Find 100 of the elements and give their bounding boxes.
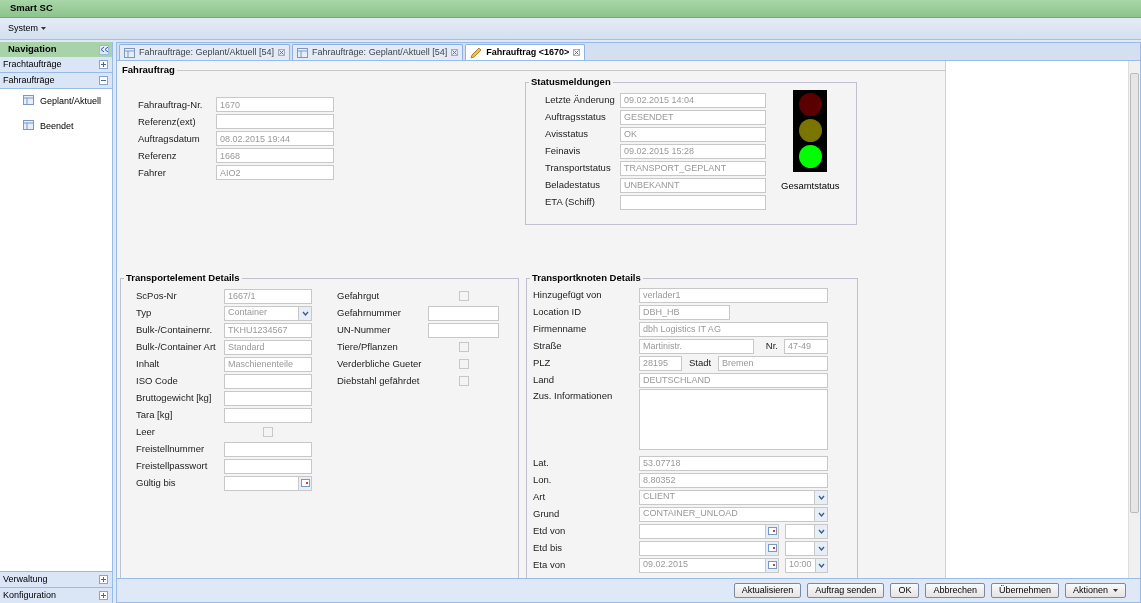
checkbox[interactable] (458, 376, 469, 386)
action-button[interactable]: Abbrechen (925, 583, 985, 598)
text-area[interactable] (639, 388, 828, 450)
input-field[interactable]: Maschienenteile (224, 356, 312, 372)
input-field[interactable] (428, 322, 499, 338)
input-field[interactable]: OK (620, 126, 766, 142)
field-label: Leer (136, 424, 156, 439)
action-button[interactable]: Übernehmen (990, 583, 1059, 598)
close-icon[interactable] (573, 49, 581, 56)
input-field[interactable]: 53.07718 (639, 455, 828, 471)
field-label: Eta von (533, 557, 567, 572)
field-label: Verderbliche Gueter (337, 356, 423, 371)
input-field[interactable]: Bremen (718, 355, 828, 371)
input-field[interactable]: verlader1 (639, 287, 828, 303)
sidebar-item[interactable]: Geplant/Aktuell (40, 95, 102, 109)
action-button[interactable]: Aktionen (1064, 583, 1126, 598)
expand-icon[interactable] (99, 60, 108, 69)
sidebar-item[interactable]: Beendet (40, 120, 74, 134)
date-field[interactable] (639, 540, 779, 556)
input-field[interactable]: TKHU1234567 (224, 322, 312, 338)
field-label: UN-Nummer (337, 322, 392, 337)
time-field[interactable] (785, 540, 828, 556)
input-field[interactable]: 09.02.2015 14:04 (620, 92, 766, 108)
date-field[interactable]: 09.02.2015 (639, 557, 779, 573)
tab[interactable]: Fahrauftrag <1670> (465, 44, 586, 60)
input-field[interactable] (428, 305, 499, 321)
action-button[interactable]: Auftrag senden (807, 583, 885, 598)
dropdown-caret-icon[interactable] (814, 524, 827, 538)
dropdown-field[interactable]: CLIENT (639, 489, 828, 505)
input-field[interactable] (224, 373, 312, 389)
dropdown-field[interactable]: CONTAINER_UNLOAD (639, 506, 828, 522)
calendar-icon[interactable] (765, 541, 778, 555)
input-field[interactable] (620, 194, 766, 210)
close-icon[interactable] (451, 49, 459, 56)
input-field[interactable]: TRANSPORT_GEPLANT (620, 160, 766, 176)
time-field[interactable] (785, 523, 828, 539)
expand-icon[interactable] (99, 591, 108, 600)
checkbox[interactable] (263, 427, 273, 437)
input-field[interactable] (224, 407, 312, 423)
dropdown-caret-icon[interactable] (814, 541, 827, 555)
sidebar-section[interactable]: Verwaltung (0, 571, 112, 587)
time-field[interactable]: 10:00 (785, 557, 828, 573)
input-field[interactable] (224, 390, 312, 406)
checkbox[interactable] (458, 291, 469, 301)
field-label: Straße (533, 338, 563, 353)
field-label: Lon. (533, 472, 553, 487)
dropdown-caret-icon[interactable] (814, 490, 827, 504)
field-label: Hinzugefügt von (533, 287, 603, 302)
close-icon[interactable] (278, 49, 286, 56)
input-field[interactable] (224, 458, 312, 474)
caret-icon (1113, 589, 1118, 592)
input-field[interactable] (224, 441, 312, 457)
input-field[interactable]: 28195 (639, 355, 682, 371)
input-field[interactable]: 09.02.2015 15:28 (620, 143, 766, 159)
calendar-icon[interactable] (765, 524, 778, 538)
input-field[interactable]: 08.02.2015 19:44 (216, 131, 334, 147)
table-icon (297, 47, 309, 58)
dropdown-caret-icon[interactable] (298, 306, 311, 320)
tab[interactable]: Fahraufträge: Geplant/Aktuell [54] (292, 44, 464, 60)
field-label: Bruttogewicht [kg] (136, 390, 213, 405)
section-title: Transportelement Details (125, 271, 241, 286)
sidebar-section[interactable]: Konfiguration (0, 587, 112, 603)
field-label: ISO Code (136, 373, 179, 388)
menu-button[interactable]: System (8, 21, 46, 36)
input-field[interactable]: UNBEKANNT (620, 177, 766, 193)
field-label: Transportstatus (545, 160, 612, 175)
date-field[interactable] (224, 475, 312, 491)
checkbox[interactable] (458, 359, 469, 369)
input-field[interactable]: GESENDET (620, 109, 766, 125)
action-button[interactable]: OK (890, 583, 920, 598)
input-field[interactable]: 1670 (216, 97, 334, 113)
tab[interactable]: Fahraufträge: Geplant/Aktuell [54] (119, 44, 291, 60)
calendar-icon[interactable] (765, 558, 778, 572)
date-field[interactable] (639, 523, 779, 539)
sidebar-section[interactable]: Frachtaufträge (0, 57, 112, 73)
input-field[interactable]: Standard (224, 339, 312, 355)
checkbox[interactable] (458, 342, 469, 352)
input-field[interactable]: 1667/1 (224, 288, 312, 304)
input-field[interactable]: AIO2 (216, 165, 334, 181)
dropdown-field[interactable]: Container (224, 305, 312, 321)
input-field[interactable]: dbh Logistics IT AG (639, 321, 828, 337)
input-field[interactable]: DBH_HB (639, 304, 730, 320)
collapse-icon[interactable] (99, 76, 108, 85)
expand-icon[interactable] (99, 575, 108, 584)
dropdown-caret-icon[interactable] (814, 558, 827, 572)
sidebar-section[interactable]: Fahraufträge (0, 73, 112, 89)
input-field[interactable] (216, 114, 334, 130)
field-label: Stadt (688, 355, 712, 370)
calendar-icon[interactable] (298, 476, 311, 490)
input-field[interactable]: 1668 (216, 148, 334, 164)
input-field[interactable]: 8.80352 (639, 472, 828, 488)
action-button[interactable]: Aktualisieren (733, 583, 802, 598)
field-label: Typ (136, 305, 153, 320)
collapse-panel-icon[interactable] (99, 44, 109, 55)
input-field[interactable]: DEUTSCHLAND (639, 372, 828, 388)
input-field[interactable]: Martinistr. (639, 338, 754, 354)
input-field[interactable]: 47-49 (784, 338, 828, 354)
dropdown-caret-icon[interactable] (814, 507, 827, 521)
field-label: Land (533, 372, 556, 387)
scrollbar[interactable] (1128, 61, 1140, 578)
